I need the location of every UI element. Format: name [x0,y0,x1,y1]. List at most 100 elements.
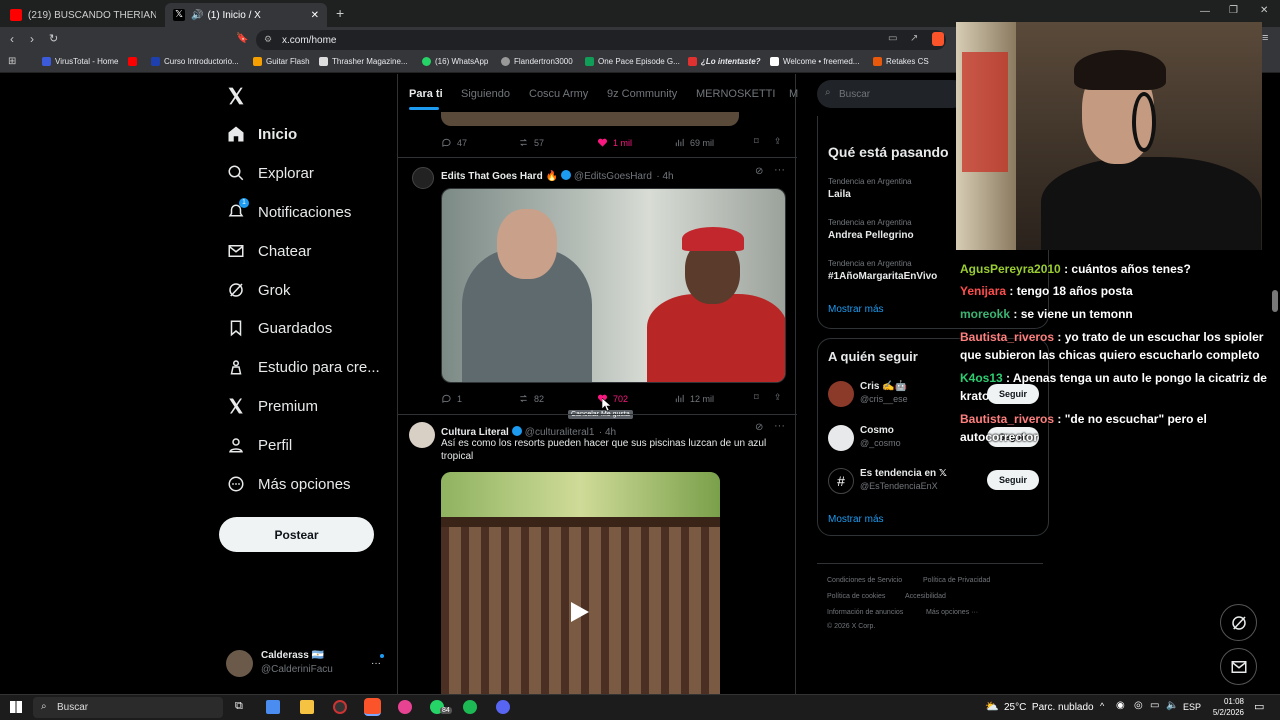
bookmark-item[interactable] [128,57,141,66]
post-time[interactable]: · 4h [656,171,673,182]
post-button[interactable]: Postear [219,517,374,552]
close-tab-icon[interactable]: ✕ [311,10,319,21]
battery-icon[interactable]: ▭ [1150,700,1159,711]
bookmark-item[interactable]: ¿Lo intentaste? [688,57,761,66]
author-name[interactable]: Edits That Goes Hard 🔥 [441,171,558,182]
bookmark-item[interactable]: Flandertron3000 [501,57,573,66]
nav-inicio[interactable]: Inicio [226,120,297,148]
repost-button[interactable]: 82 [518,393,544,404]
x-logo-icon[interactable] [226,86,246,106]
tab-x[interactable]: 𝕏 🔊 (1) Inicio / X ✕ [165,3,327,27]
avatar[interactable] [412,167,434,189]
more-icon[interactable]: ··· [774,420,785,432]
search-input[interactable]: ⌕ Buscar [817,80,967,108]
play-icon[interactable] [571,602,589,622]
minimize-button[interactable]: — [1200,6,1210,17]
speaker-icon[interactable]: 🔈 [1166,700,1178,711]
menu-icon[interactable]: ≡ [1262,32,1268,44]
close-window-button[interactable]: ✕ [1260,5,1268,16]
follow-user[interactable]: Cosmo @_cosmo [860,425,901,448]
trend-item[interactable]: Tendencia en Argentina Andrea Pellegrino [828,218,914,241]
nav-notificaciones[interactable]: 1 Notificaciones [226,198,351,226]
task-view-icon[interactable]: ⧉ [235,700,243,713]
views-button[interactable]: 12 mil [674,393,714,404]
bookmark-item[interactable]: (16) WhatsApp [422,57,488,66]
apps-icon[interactable]: ⊞ [8,56,16,67]
taskbar-search[interactable]: ⌕ Buscar [33,697,223,718]
clock-date[interactable]: 5/2/2026 [1204,708,1244,717]
follow-user[interactable]: Es tendencia en 𝕏 @EsTendenciaEnX [860,468,947,491]
tab-coscu-army[interactable]: Coscu Army [529,88,588,100]
avatar[interactable] [828,381,854,407]
post-video[interactable] [441,472,720,694]
follow-button[interactable]: Seguir [987,470,1039,490]
hash-avatar-icon[interactable]: # [828,468,854,494]
bookmark-icon[interactable]: 🔖 [236,33,248,44]
follow-user[interactable]: Cris ✍️🤖 @cris__ese [860,381,908,404]
post-image[interactable] [441,188,786,383]
app-icon[interactable] [398,700,412,714]
bookmark-item[interactable]: Guitar Flash [253,57,310,66]
nav-guardados[interactable]: Guardados [226,314,332,342]
nav-explorar[interactable]: Explorar [226,159,314,187]
reload-icon[interactable]: ↻ [49,32,58,45]
footer-link[interactable]: Más opciones ··· [926,609,978,616]
nav-premium[interactable]: Premium [226,392,318,420]
grok-fab[interactable] [1220,604,1257,641]
footer-link[interactable]: Política de Privacidad [923,577,990,584]
back-icon[interactable]: ‹ [10,32,14,46]
spotify-icon[interactable] [463,700,477,714]
notification-center-icon[interactable]: ▭ [1254,700,1264,713]
tab-youtube[interactable]: (219) BUSCANDO THERIANS POR EL [2,3,162,27]
show-more-link[interactable]: Mostrar más [828,514,884,525]
tab-siguiendo[interactable]: Siguiendo [461,88,510,100]
repost-button[interactable]: 57 [518,137,544,148]
nav-chatear[interactable]: Chatear [226,237,311,265]
cast-icon[interactable]: ▭ [888,33,897,44]
reply-button[interactable]: 1 [441,393,462,404]
more-icon[interactable]: ··· [371,658,381,669]
brave-shield-icon[interactable] [932,32,944,46]
bookmark-item[interactable]: Curso Introductorio... [151,57,239,66]
views-button[interactable]: 69 mil [674,137,714,148]
grok-icon[interactable]: ⊘ [755,422,763,433]
new-tab-button[interactable]: + [336,5,344,21]
nav-mas-opciones[interactable]: Más opciones [226,470,351,498]
author-handle[interactable]: @EditsGoesHard [574,171,652,182]
trend-item[interactable]: Tendencia en Argentina #1AñoMargaritaEnVi… [828,259,937,282]
bookmark-item[interactable]: VirusTotal - Home [42,57,118,66]
grok-icon[interactable]: ⊘ [755,166,763,177]
like-button[interactable]: 1 mil [597,137,632,148]
footer-link[interactable]: Información de anuncios [827,609,903,616]
messages-fab[interactable] [1220,648,1257,685]
footer-link[interactable]: Accesibilidad [905,593,946,600]
show-more-link[interactable]: Mostrar más [828,304,884,315]
account-switcher[interactable]: Calderass 🇦🇷 @CalderiniFacu ··· [226,650,386,680]
nav-perfil[interactable]: Perfil [226,431,292,459]
store-icon[interactable] [266,700,280,714]
bookmark-item[interactable]: Welcome • freemed... [770,57,859,66]
weather-text[interactable]: 25°C Parc. nublado [1004,702,1094,713]
avatar[interactable] [828,425,854,451]
chevron-up-icon[interactable]: ^ [1100,701,1104,711]
tab-9z-community[interactable]: 9z Community [607,88,677,100]
restore-button[interactable]: ❐ [1229,5,1238,16]
footer-link[interactable]: Política de cookies [827,593,885,600]
reply-button[interactable]: 47 [441,137,467,148]
share-icon[interactable]: ⇪ [774,136,782,147]
discord-icon[interactable] [496,700,510,714]
tab-mernosketti[interactable]: MERNOSKETTI [696,88,775,100]
brave-icon[interactable] [364,698,381,716]
clock-time[interactable]: 01:08 [1212,697,1244,706]
share-icon[interactable]: ⇪ [774,392,782,403]
share-icon[interactable]: ↗ [910,33,918,44]
app-icon[interactable] [333,700,347,714]
file-explorer-icon[interactable] [300,700,314,714]
bookmark-icon[interactable]: ⌑ [754,392,759,403]
avatar[interactable] [409,422,435,448]
windows-start-icon[interactable] [10,701,22,713]
bookmark-item[interactable]: Retakes CS [873,57,929,66]
tray-icon[interactable]: ◎ [1134,700,1143,711]
forward-icon[interactable]: › [30,32,34,46]
tab-para-ti[interactable]: Para ti [409,88,443,100]
